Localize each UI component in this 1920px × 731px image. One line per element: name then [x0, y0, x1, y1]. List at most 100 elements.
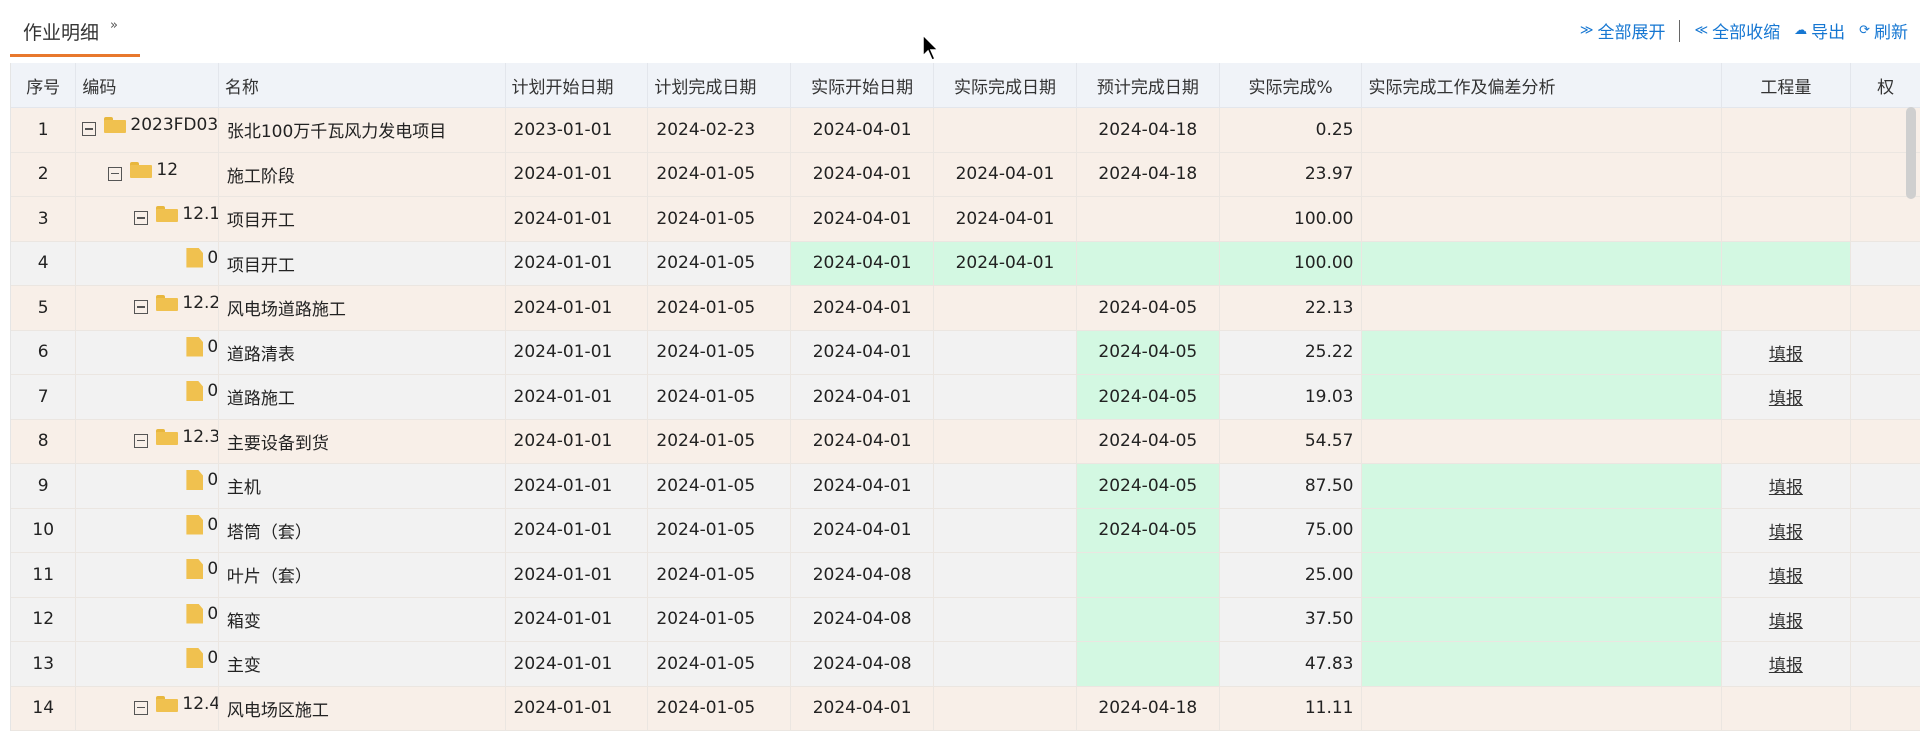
cell-name: 施工阶段	[218, 152, 506, 197]
table-row[interactable]: 11 0 叶片（套） 2024-01-01 2024-01-05 2024-04-08 25…	[11, 552, 1920, 598]
cell-quantity: 填报	[1721, 641, 1852, 687]
report-link[interactable]: 填报	[1769, 612, 1803, 632]
cell-seq: 1	[11, 107, 77, 153]
table-row[interactable]: 3 12.1 项目开工 2024-01-01 2024-01-05 2024-04-01 2…	[11, 196, 1920, 242]
cell-actual-end	[933, 508, 1077, 553]
refresh-button[interactable]: ⟳ 刷新	[1859, 18, 1908, 43]
cell-code: 2023FD03	[75, 107, 219, 153]
refresh-label: 刷新	[1874, 23, 1908, 43]
collapse-node-icon[interactable]	[134, 433, 149, 448]
cell-quantity: 填报	[1721, 463, 1852, 509]
table-row[interactable]: 9 0 主机 2024-01-01 2024-01-05 2024-04-01 2024-0…	[11, 463, 1920, 509]
cell-actual-start: 2024-04-01	[790, 508, 935, 553]
collapse-node-icon[interactable]	[134, 700, 149, 715]
col-header-name[interactable]: 名称	[218, 63, 506, 108]
cell-name: 道路清表	[218, 330, 506, 375]
collapse-node-icon[interactable]	[108, 166, 123, 181]
expand-all-button[interactable]: ≫ 全部展开	[1580, 18, 1666, 43]
cell-quantity	[1721, 107, 1852, 153]
code-text: 0	[207, 559, 219, 579]
col-header-actual-percent[interactable]: 实际完成%	[1219, 63, 1363, 108]
cell-analysis	[1361, 330, 1722, 375]
table-row[interactable]: 14 12.4 风电场区施工 2024-01-01 2024-01-05 2024-04-…	[11, 686, 1920, 731]
table-row[interactable]: 13 0 主变 2024-01-01 2024-01-05 2024-04-08 47.83…	[11, 641, 1920, 687]
collapse-node-icon[interactable]	[134, 300, 149, 314]
report-link[interactable]: 填报	[1769, 567, 1803, 587]
col-header-weight[interactable]: 权	[1850, 63, 1920, 108]
cell-analysis	[1361, 152, 1722, 197]
cell-plan-start: 2024-01-01	[505, 552, 649, 598]
cell-plan-start: 2024-01-01	[505, 463, 649, 509]
cell-plan-start: 2024-01-01	[505, 330, 649, 375]
collapse-all-button[interactable]: ≪ 全部收缩	[1694, 18, 1780, 43]
cell-analysis	[1361, 686, 1722, 731]
col-header-code[interactable]: 编码	[75, 63, 219, 108]
cell-plan-start: 2024-01-01	[505, 285, 649, 331]
col-header-analysis[interactable]: 实际完成工作及偏差分析	[1361, 63, 1722, 108]
cell-actual-percent: 22.13	[1219, 285, 1363, 331]
cell-quantity	[1721, 241, 1852, 286]
cell-code: 12	[75, 152, 219, 197]
report-link[interactable]: 填报	[1769, 345, 1803, 365]
cell-weight	[1850, 597, 1920, 642]
report-link[interactable]: 填报	[1769, 523, 1803, 543]
cell-seq: 3	[11, 196, 77, 242]
cell-actual-percent: 75.00	[1219, 508, 1363, 553]
vertical-scrollbar[interactable]	[1906, 107, 1916, 199]
col-header-actual-end[interactable]: 实际完成日期	[933, 63, 1077, 108]
code-text: 0	[207, 470, 219, 490]
file-icon	[186, 514, 204, 535]
cell-plan-end: 2024-01-05	[647, 686, 792, 731]
chevron-down-icon[interactable]: »	[110, 18, 118, 33]
cell-actual-end	[933, 552, 1077, 598]
code-text: 12.3	[182, 426, 219, 447]
collapse-node-icon[interactable]	[82, 122, 97, 136]
cloud-upload-icon: ☁	[1794, 23, 1808, 38]
cell-actual-start: 2024-04-01	[790, 196, 935, 242]
file-icon	[186, 648, 204, 668]
col-header-quantity[interactable]: 工程量	[1721, 63, 1852, 108]
code-text: 0	[207, 247, 219, 268]
toolbar: 作业明细 » ≫ 全部展开 ≪ 全部收缩 ☁ 导出 ⟳ 刷新	[0, 0, 1920, 58]
cell-seq: 14	[11, 686, 77, 731]
cell-quantity	[1721, 285, 1852, 331]
table-row[interactable]: 12 0 箱变 2024-01-01 2024-01-05 2024-04-08 37.50…	[11, 597, 1920, 642]
report-link[interactable]: 填报	[1769, 478, 1803, 498]
cell-plan-end: 2024-01-05	[647, 597, 792, 642]
col-header-seq[interactable]: 序号	[11, 63, 77, 108]
col-header-estimated-end[interactable]: 预计完成日期	[1076, 63, 1220, 108]
cell-quantity: 填报	[1721, 552, 1852, 598]
export-button[interactable]: ☁ 导出	[1794, 18, 1845, 43]
cell-weight	[1850, 285, 1920, 331]
cell-seq: 5	[11, 285, 77, 331]
col-header-plan-end[interactable]: 计划完成日期	[647, 63, 792, 108]
report-link[interactable]: 填报	[1769, 656, 1803, 676]
table-row[interactable]: 8 12.3 主要设备到货 2024-01-01 2024-01-05 2024-04-0…	[11, 419, 1920, 464]
table-row[interactable]: 5 12.2 风电场道路施工 2024-01-01 2024-01-05 2024-04-…	[11, 285, 1920, 331]
code-text: 12	[156, 159, 179, 180]
collapse-node-icon[interactable]	[134, 211, 149, 225]
cell-actual-end	[933, 107, 1077, 153]
folder-open-icon	[156, 695, 179, 712]
cell-quantity	[1721, 196, 1852, 242]
table-header-row: 序号 编码 名称 计划开始日期 计划完成日期 实际开始日期 实际完成日期 预计完…	[11, 63, 1920, 108]
cell-weight	[1850, 196, 1920, 242]
col-header-plan-start[interactable]: 计划开始日期	[505, 63, 649, 108]
toolbar-actions: ≫ 全部展开 ≪ 全部收缩 ☁ 导出 ⟳ 刷新	[1580, 18, 1908, 43]
table-row[interactable]: 4 0 项目开工 2024-01-01 2024-01-05 2024-04-01 2024…	[11, 241, 1920, 286]
table-row[interactable]: 2 12 施工阶段 2024-01-01 2024-01-05 2024-04-01 202…	[11, 152, 1920, 197]
cell-weight	[1850, 419, 1920, 464]
cell-plan-end: 2024-01-05	[647, 419, 792, 464]
table-row[interactable]: 7 0 道路施工 2024-01-01 2024-01-05 2024-04-01 2024…	[11, 374, 1920, 420]
tab-job-details[interactable]: 作业明细 »	[10, 14, 140, 57]
table-row[interactable]: 10 0 塔筒（套） 2024-01-01 2024-01-05 2024-04-01 20…	[11, 508, 1920, 553]
table-row[interactable]: 6 0 道路清表 2024-01-01 2024-01-05 2024-04-01 2024…	[11, 330, 1920, 375]
report-link[interactable]: 填报	[1769, 389, 1803, 409]
cell-actual-start: 2024-04-01	[790, 285, 935, 331]
col-header-actual-start[interactable]: 实际开始日期	[790, 63, 935, 108]
code-text: 12.2	[182, 293, 219, 313]
table-row[interactable]: 1 2023FD03 张北100万千瓦风力发电项目 2023-01-01 2024-02…	[11, 107, 1920, 153]
cell-actual-percent: 23.97	[1219, 152, 1363, 197]
cell-code: 0	[75, 374, 219, 420]
cell-name: 主变	[218, 641, 506, 687]
